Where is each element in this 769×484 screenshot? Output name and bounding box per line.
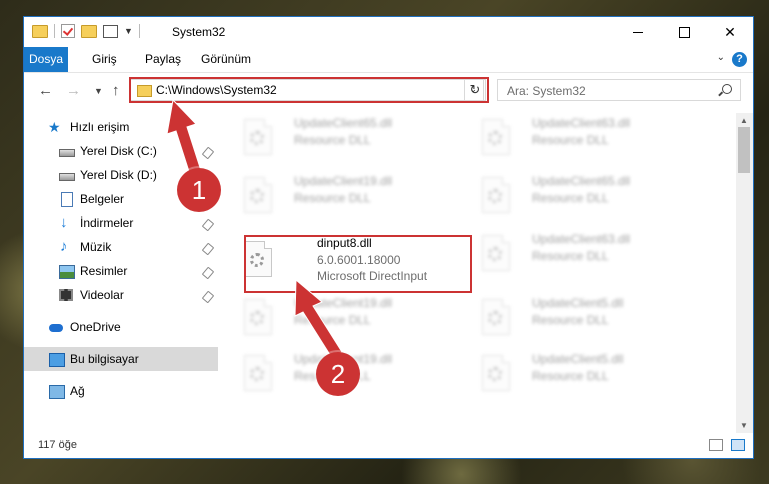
step-badge-1: 1 <box>177 168 221 212</box>
step-badge-2: 2 <box>316 352 360 396</box>
annotation-arrow-1 <box>166 98 343 359</box>
